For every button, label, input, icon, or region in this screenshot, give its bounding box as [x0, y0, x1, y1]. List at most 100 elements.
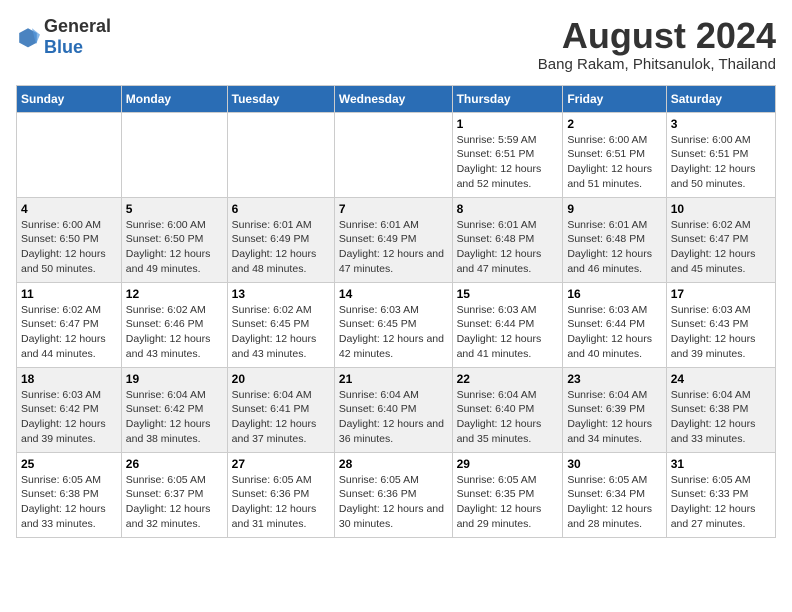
day-number: 25: [21, 457, 117, 471]
day-info: Sunrise: 6:05 AM Sunset: 6:38 PM Dayligh…: [21, 473, 117, 532]
day-number: 12: [126, 287, 223, 301]
day-number: 27: [232, 457, 330, 471]
day-number: 14: [339, 287, 448, 301]
day-number: 15: [457, 287, 559, 301]
day-info: Sunrise: 6:00 AM Sunset: 6:51 PM Dayligh…: [671, 133, 771, 192]
calendar-cell: 31Sunrise: 6:05 AM Sunset: 6:33 PM Dayli…: [666, 452, 775, 537]
day-info: Sunrise: 6:01 AM Sunset: 6:48 PM Dayligh…: [567, 218, 661, 277]
day-info: Sunrise: 6:04 AM Sunset: 6:40 PM Dayligh…: [339, 388, 448, 447]
day-info: Sunrise: 6:05 AM Sunset: 6:36 PM Dayligh…: [339, 473, 448, 532]
subtitle: Bang Rakam, Phitsanulok, Thailand: [538, 56, 776, 73]
day-info: Sunrise: 5:59 AM Sunset: 6:51 PM Dayligh…: [457, 133, 559, 192]
calendar-cell: 28 Sunrise: 6:05 AM Sunset: 6:36 PM Dayli…: [334, 452, 452, 537]
calendar-cell: 23 Sunrise: 6:04 AM Sunset: 6:39 PM Dayli…: [563, 367, 666, 452]
logo-blue: Blue: [44, 37, 83, 57]
logo-general: General: [44, 16, 111, 36]
day-info: Sunrise: 6:04 AM Sunset: 6:42 PM Dayligh…: [126, 388, 223, 447]
day-info: Sunrise: 6:02 AM Sunset: 6:45 PM Dayligh…: [232, 303, 330, 362]
calendar-cell: 24Sunrise: 6:04 AM Sunset: 6:38 PM Dayli…: [666, 367, 775, 452]
column-header-friday: Friday: [563, 85, 666, 112]
calendar-cell: [334, 112, 452, 197]
header: General Blue August 2024 Bang Rakam, Phi…: [16, 16, 776, 73]
day-number: 7: [339, 202, 448, 216]
day-info: Sunrise: 6:00 AM Sunset: 6:51 PM Dayligh…: [567, 133, 661, 192]
day-info: Sunrise: 6:00 AM Sunset: 6:50 PM Dayligh…: [21, 218, 117, 277]
calendar-cell: 16 Sunrise: 6:03 AM Sunset: 6:44 PM Dayli…: [563, 282, 666, 367]
day-number: 6: [232, 202, 330, 216]
calendar-cell: 8 Sunrise: 6:01 AM Sunset: 6:48 PM Daylig…: [452, 197, 563, 282]
day-info: Sunrise: 6:02 AM Sunset: 6:46 PM Dayligh…: [126, 303, 223, 362]
day-info: Sunrise: 6:01 AM Sunset: 6:49 PM Dayligh…: [232, 218, 330, 277]
day-number: 3: [671, 117, 771, 131]
calendar-cell: [17, 112, 122, 197]
day-number: 10: [671, 202, 771, 216]
column-header-monday: Monday: [121, 85, 227, 112]
day-number: 19: [126, 372, 223, 386]
day-number: 16: [567, 287, 661, 301]
calendar-header-row: SundayMondayTuesdayWednesdayThursdayFrid…: [17, 85, 776, 112]
day-info: Sunrise: 6:00 AM Sunset: 6:50 PM Dayligh…: [126, 218, 223, 277]
calendar-week-row: 18 Sunrise: 6:03 AM Sunset: 6:42 PM Dayli…: [17, 367, 776, 452]
column-header-sunday: Sunday: [17, 85, 122, 112]
column-header-wednesday: Wednesday: [334, 85, 452, 112]
day-info: Sunrise: 6:02 AM Sunset: 6:47 PM Dayligh…: [671, 218, 771, 277]
calendar-cell: 22Sunrise: 6:04 AM Sunset: 6:40 PM Dayli…: [452, 367, 563, 452]
calendar-cell: [227, 112, 334, 197]
day-info: Sunrise: 6:04 AM Sunset: 6:39 PM Dayligh…: [567, 388, 661, 447]
day-info: Sunrise: 6:04 AM Sunset: 6:40 PM Dayligh…: [457, 388, 559, 447]
day-number: 18: [21, 372, 117, 386]
day-number: 2: [567, 117, 661, 131]
calendar-week-row: 11Sunrise: 6:02 AM Sunset: 6:47 PM Dayli…: [17, 282, 776, 367]
day-info: Sunrise: 6:03 AM Sunset: 6:44 PM Dayligh…: [567, 303, 661, 362]
day-info: Sunrise: 6:04 AM Sunset: 6:38 PM Dayligh…: [671, 388, 771, 447]
day-number: 11: [21, 287, 117, 301]
day-number: 17: [671, 287, 771, 301]
calendar-cell: 15 Sunrise: 6:03 AM Sunset: 6:44 PM Dayli…: [452, 282, 563, 367]
day-info: Sunrise: 6:03 AM Sunset: 6:43 PM Dayligh…: [671, 303, 771, 362]
day-info: Sunrise: 6:03 AM Sunset: 6:44 PM Dayligh…: [457, 303, 559, 362]
calendar-cell: 10 Sunrise: 6:02 AM Sunset: 6:47 PM Dayli…: [666, 197, 775, 282]
day-info: Sunrise: 6:05 AM Sunset: 6:36 PM Dayligh…: [232, 473, 330, 532]
calendar-cell: 3 Sunrise: 6:00 AM Sunset: 6:51 PM Daylig…: [666, 112, 775, 197]
day-number: 28: [339, 457, 448, 471]
day-info: Sunrise: 6:05 AM Sunset: 6:34 PM Dayligh…: [567, 473, 661, 532]
day-number: 23: [567, 372, 661, 386]
day-number: 5: [126, 202, 223, 216]
column-header-saturday: Saturday: [666, 85, 775, 112]
calendar-cell: 20 Sunrise: 6:04 AM Sunset: 6:41 PM Dayli…: [227, 367, 334, 452]
day-number: 20: [232, 372, 330, 386]
calendar-cell: 26 Sunrise: 6:05 AM Sunset: 6:37 PM Dayli…: [121, 452, 227, 537]
day-number: 8: [457, 202, 559, 216]
day-number: 1: [457, 117, 559, 131]
calendar-cell: 2 Sunrise: 6:00 AM Sunset: 6:51 PM Daylig…: [563, 112, 666, 197]
calendar-cell: 6 Sunrise: 6:01 AM Sunset: 6:49 PM Daylig…: [227, 197, 334, 282]
calendar-cell: 27 Sunrise: 6:05 AM Sunset: 6:36 PM Dayli…: [227, 452, 334, 537]
day-number: 30: [567, 457, 661, 471]
column-header-tuesday: Tuesday: [227, 85, 334, 112]
calendar-cell: 25 Sunrise: 6:05 AM Sunset: 6:38 PM Dayli…: [17, 452, 122, 537]
day-info: Sunrise: 6:05 AM Sunset: 6:35 PM Dayligh…: [457, 473, 559, 532]
day-number: 26: [126, 457, 223, 471]
calendar-cell: 21 Sunrise: 6:04 AM Sunset: 6:40 PM Dayli…: [334, 367, 452, 452]
day-number: 9: [567, 202, 661, 216]
calendar-cell: 19 Sunrise: 6:04 AM Sunset: 6:42 PM Dayli…: [121, 367, 227, 452]
day-info: Sunrise: 6:05 AM Sunset: 6:37 PM Dayligh…: [126, 473, 223, 532]
calendar-cell: 1 Sunrise: 5:59 AM Sunset: 6:51 PM Daylig…: [452, 112, 563, 197]
calendar-table: SundayMondayTuesdayWednesdayThursdayFrid…: [16, 85, 776, 538]
calendar-cell: 5 Sunrise: 6:00 AM Sunset: 6:50 PM Daylig…: [121, 197, 227, 282]
calendar-cell: 17 Sunrise: 6:03 AM Sunset: 6:43 PM Dayli…: [666, 282, 775, 367]
calendar-cell: 14Sunrise: 6:03 AM Sunset: 6:45 PM Dayli…: [334, 282, 452, 367]
calendar-cell: 18 Sunrise: 6:03 AM Sunset: 6:42 PM Dayli…: [17, 367, 122, 452]
day-info: Sunrise: 6:05 AM Sunset: 6:33 PM Dayligh…: [671, 473, 771, 532]
calendar-cell: 4Sunrise: 6:00 AM Sunset: 6:50 PM Daylig…: [17, 197, 122, 282]
logo-icon: [16, 25, 40, 49]
day-info: Sunrise: 6:01 AM Sunset: 6:48 PM Dayligh…: [457, 218, 559, 277]
day-number: 29: [457, 457, 559, 471]
day-number: 21: [339, 372, 448, 386]
day-info: Sunrise: 6:03 AM Sunset: 6:42 PM Dayligh…: [21, 388, 117, 447]
day-info: Sunrise: 6:04 AM Sunset: 6:41 PM Dayligh…: [232, 388, 330, 447]
calendar-cell: 13 Sunrise: 6:02 AM Sunset: 6:45 PM Dayli…: [227, 282, 334, 367]
calendar-cell: 9 Sunrise: 6:01 AM Sunset: 6:48 PM Daylig…: [563, 197, 666, 282]
day-number: 13: [232, 287, 330, 301]
day-info: Sunrise: 6:01 AM Sunset: 6:49 PM Dayligh…: [339, 218, 448, 277]
